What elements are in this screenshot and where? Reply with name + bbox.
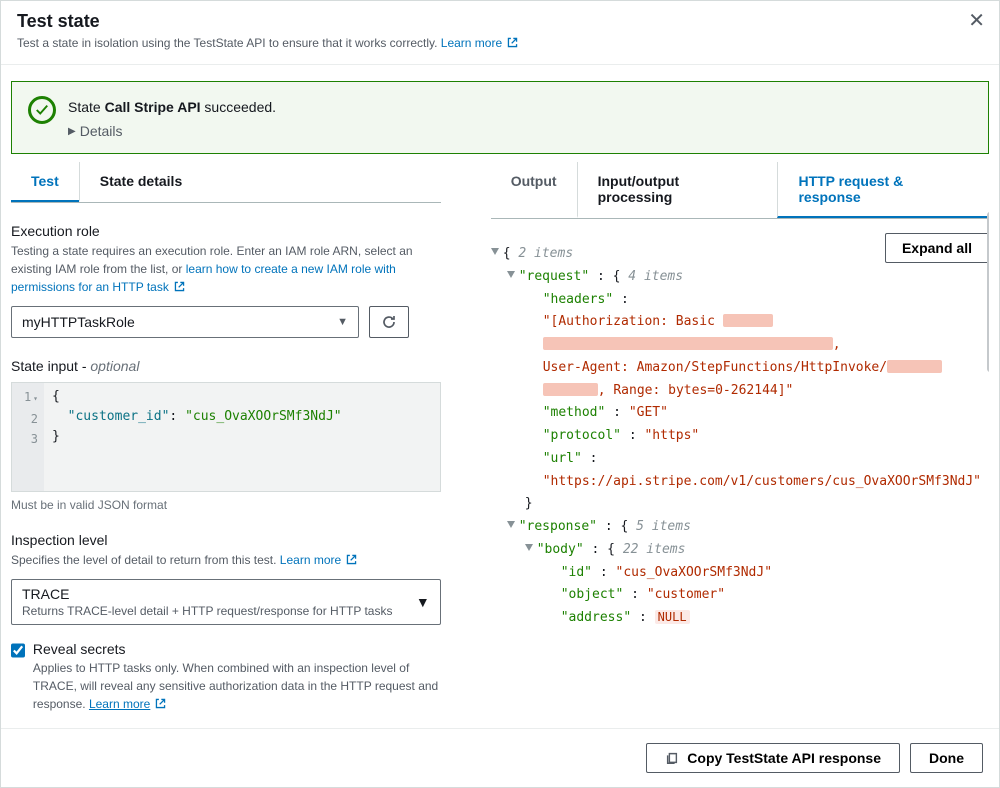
copy-icon	[665, 751, 679, 765]
reveal-secrets-row: Reveal secrets Applies to HTTP tasks onl…	[11, 641, 441, 715]
external-link-icon	[173, 280, 186, 298]
tab-output[interactable]: Output	[491, 162, 577, 218]
code-body[interactable]: { "customer_id": "cus_OvaXOOrSMf3NdJ" }	[44, 383, 350, 491]
tab-state-details[interactable]: State details	[79, 162, 202, 202]
inspection-level-select[interactable]: TRACE Returns TRACE-level detail + HTTP …	[11, 579, 441, 625]
copy-response-button[interactable]: Copy TestState API response	[646, 743, 900, 773]
scrollbar[interactable]	[987, 212, 989, 372]
external-link-icon	[345, 553, 358, 571]
right-tabs: Output Input/output processing HTTP requ…	[491, 162, 989, 219]
inspection-level-section: Inspection level Specifies the level of …	[11, 532, 441, 625]
tab-io-processing[interactable]: Input/output processing	[577, 162, 778, 218]
learn-more-link[interactable]: Learn more	[441, 36, 519, 50]
test-state-modal: Test state Test a state in isolation usi…	[0, 0, 1000, 788]
execution-role-title: Execution role	[11, 223, 441, 239]
success-alert: State Call Stripe API succeeded. ▶ Detai…	[11, 81, 989, 154]
modal-header: Test state Test a state in isolation usi…	[1, 1, 999, 65]
caret-down-icon: ▼	[416, 594, 430, 610]
caret-right-icon: ▶	[68, 126, 76, 137]
caret-down-icon: ▼	[337, 316, 348, 328]
toggle-icon[interactable]	[507, 521, 515, 528]
external-link-icon	[154, 697, 167, 715]
refresh-roles-button[interactable]	[369, 306, 409, 338]
reveal-learn-more-link[interactable]: Learn more	[89, 697, 167, 711]
reveal-secrets-checkbox[interactable]	[11, 643, 25, 658]
external-link-icon	[506, 36, 519, 52]
reveal-secrets-desc: Applies to HTTP tasks only. When combine…	[33, 659, 441, 715]
modal-subtitle: Test a state in isolation using the Test…	[17, 36, 983, 52]
execution-role-value: myHTTPTaskRole	[22, 314, 135, 330]
check-circle-icon	[28, 96, 56, 124]
left-panel: Test State details Execution role Testin…	[11, 154, 441, 728]
execution-role-select[interactable]: myHTTPTaskRole ▼	[11, 306, 359, 338]
left-tabs: Test State details	[11, 162, 441, 203]
right-panel: Output Input/output processing HTTP requ…	[491, 154, 989, 728]
inspection-learn-more-link[interactable]: Learn more	[280, 553, 358, 567]
inspection-level-desc: Specifies the level of detail to return …	[11, 551, 441, 571]
reveal-secrets-label: Reveal secrets	[33, 641, 441, 657]
state-input-section: State input - optional 123 { "customer_i…	[11, 358, 441, 512]
toggle-icon[interactable]	[525, 544, 533, 551]
execution-role-section: Execution role Testing a state requires …	[11, 223, 441, 338]
close-icon[interactable]: ✕	[968, 11, 985, 31]
modal-title: Test state	[17, 11, 983, 32]
tab-test[interactable]: Test	[11, 162, 79, 202]
done-button[interactable]: Done	[910, 743, 983, 773]
tab-http-request-response[interactable]: HTTP request & response	[777, 162, 989, 218]
toggle-icon[interactable]	[507, 271, 515, 278]
line-gutter: 123	[12, 383, 44, 491]
inspection-value: TRACE	[22, 586, 392, 602]
state-input-title: State input - optional	[11, 358, 441, 374]
json-format-hint: Must be in valid JSON format	[11, 498, 441, 512]
refresh-icon	[381, 314, 397, 330]
toggle-icon[interactable]	[491, 248, 499, 255]
inspection-subtext: Returns TRACE-level detail + HTTP reques…	[22, 604, 392, 618]
alert-details-toggle[interactable]: ▶ Details	[68, 123, 276, 139]
alert-title: State Call Stripe API succeeded.	[68, 99, 276, 115]
execution-role-desc: Testing a state requires an execution ro…	[11, 242, 441, 298]
state-input-editor[interactable]: 123 { "customer_id": "cus_OvaXOOrSMf3NdJ…	[11, 382, 441, 492]
json-viewer[interactable]: { 2 items "request" : { 4 items "headers…	[491, 243, 989, 630]
inspection-level-title: Inspection level	[11, 532, 441, 548]
modal-footer: Copy TestState API response Done	[1, 728, 999, 787]
